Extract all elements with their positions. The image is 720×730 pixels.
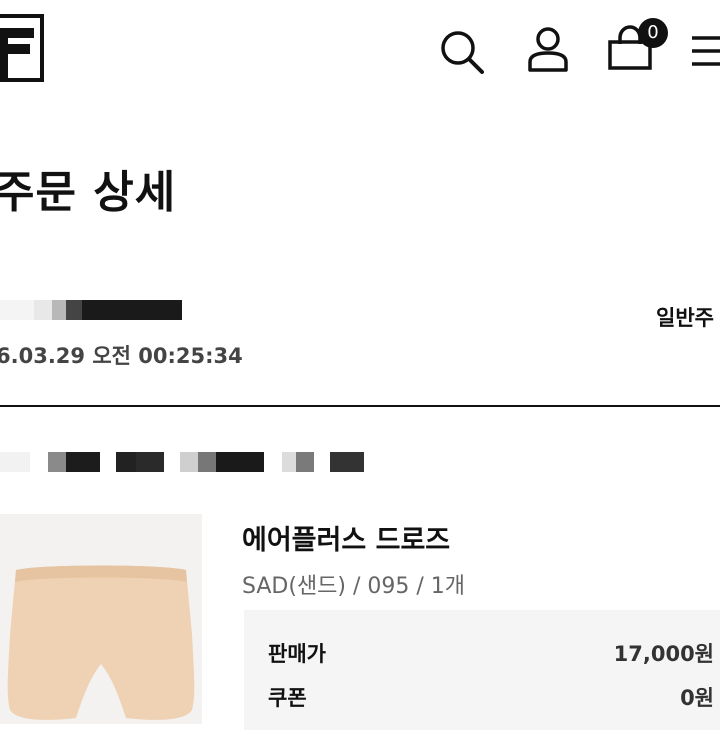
product-option: SAD(샌드) / 095 / 1개 bbox=[242, 574, 466, 599]
product-thumbnail[interactable] bbox=[0, 514, 202, 724]
product-name[interactable]: 에어플러스 드로즈 bbox=[242, 518, 450, 557]
coupon-label: 쿠폰 bbox=[268, 686, 307, 710]
cart-count-badge: 0 bbox=[638, 18, 668, 48]
order-type: 일반주 bbox=[656, 306, 714, 330]
fila-logo-icon[interactable] bbox=[0, 14, 46, 82]
user-icon[interactable] bbox=[524, 24, 572, 76]
coupon-value: 0원 bbox=[680, 686, 714, 710]
search-icon[interactable] bbox=[438, 24, 486, 76]
order-date: 6.03.29 오전 00:25:34 bbox=[0, 344, 243, 368]
sale-price-row: 판매가 17,000원 bbox=[268, 638, 714, 670]
product-image bbox=[7, 565, 195, 720]
price-summary: 판매가 17,000원 쿠폰 0원 bbox=[244, 610, 720, 730]
menu-icon[interactable] bbox=[690, 24, 720, 76]
site-header: 0 bbox=[0, 0, 720, 100]
section-divider bbox=[0, 405, 720, 407]
page-title: 주문 상세 bbox=[0, 167, 177, 218]
coupon-row: 쿠폰 0원 bbox=[268, 682, 714, 714]
sale-price-value: 17,000원 bbox=[613, 642, 714, 666]
sale-price-label: 판매가 bbox=[268, 642, 326, 666]
